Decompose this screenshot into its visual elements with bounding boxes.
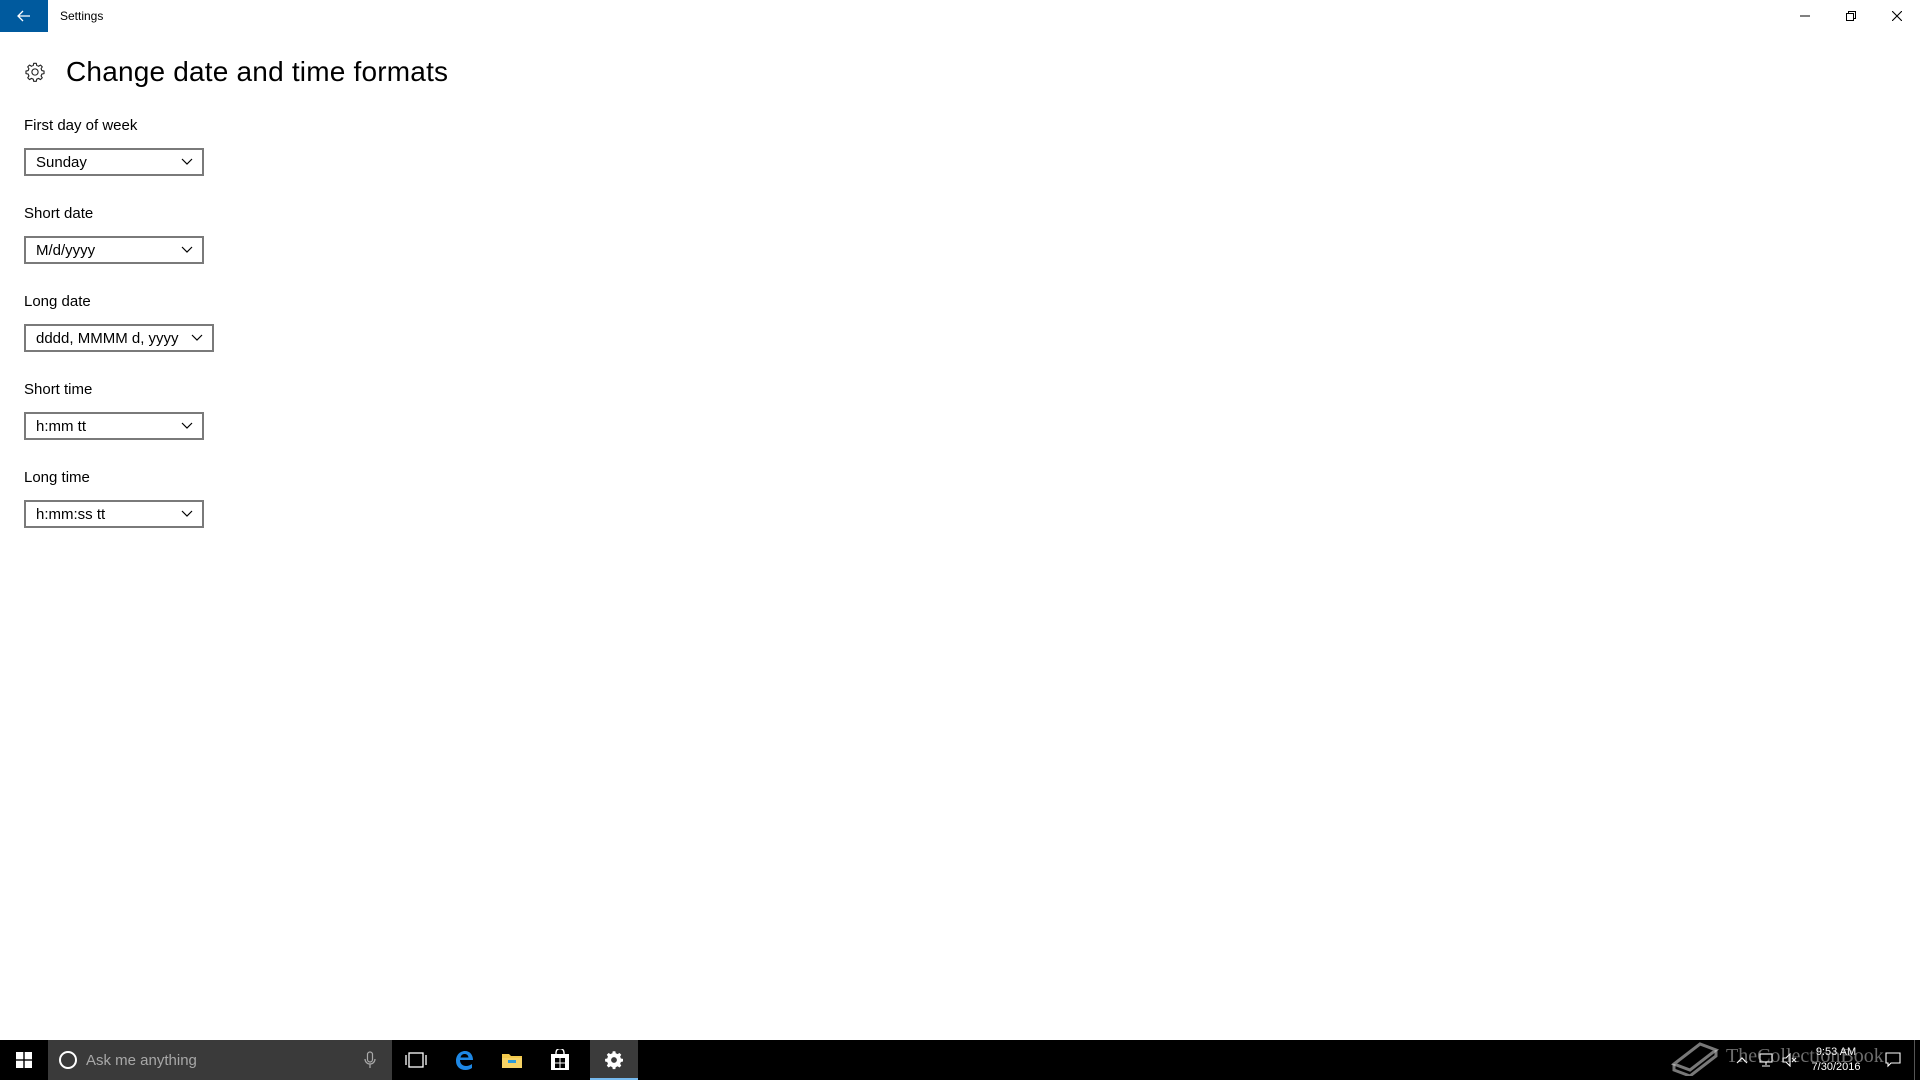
cortana-icon xyxy=(58,1050,78,1070)
first-day-of-week-dropdown[interactable]: Sunday xyxy=(24,148,204,176)
dropdown-value: h:mm tt xyxy=(36,417,87,435)
long-time-dropdown[interactable]: h:mm:ss tt xyxy=(24,500,204,528)
long-date-dropdown[interactable]: dddd, MMMM d, yyyy xyxy=(24,324,214,352)
clock-date: 7/30/2016 xyxy=(1811,1061,1861,1073)
microphone-icon[interactable] xyxy=(360,1050,380,1070)
setting-short-time: Short time h:mm tt xyxy=(24,380,204,440)
action-center-icon xyxy=(1885,1052,1901,1068)
show-desktop-button[interactable] xyxy=(1914,1040,1920,1080)
setting-label: First day of week xyxy=(24,117,138,134)
setting-label: Short time xyxy=(24,381,93,398)
close-button[interactable] xyxy=(1874,0,1920,32)
chevron-down-icon xyxy=(180,419,194,433)
minimize-icon xyxy=(1800,15,1810,17)
back-button[interactable] xyxy=(0,0,48,32)
back-arrow-icon xyxy=(17,10,30,22)
search-placeholder: Ask me anything xyxy=(86,1051,197,1069)
gear-icon xyxy=(24,61,46,83)
system-tray xyxy=(1730,1040,1802,1080)
short-date-dropdown[interactable]: M/d/yyyy xyxy=(24,236,204,264)
start-button[interactable] xyxy=(0,1040,48,1080)
settings-taskbar-button[interactable] xyxy=(590,1040,638,1080)
file-explorer-icon xyxy=(502,1054,522,1068)
edge-button[interactable] xyxy=(440,1040,488,1080)
chevron-down-icon xyxy=(180,507,194,521)
setting-label: Long date xyxy=(24,293,91,310)
chevron-down-icon xyxy=(180,155,194,169)
settings-window: Settings Change date and time formats Fi… xyxy=(0,0,1920,1040)
action-center-button[interactable] xyxy=(1876,1040,1910,1080)
network-icon[interactable] xyxy=(1754,1040,1778,1080)
page-title: Change date and time formats xyxy=(66,56,449,87)
setting-label: Short date xyxy=(24,205,94,222)
dropdown-value: M/d/yyyy xyxy=(36,241,96,259)
dropdown-value: h:mm:ss tt xyxy=(36,505,106,523)
restore-icon xyxy=(1846,11,1856,21)
edge-icon xyxy=(456,1051,473,1070)
dropdown-value: Sunday xyxy=(36,153,87,171)
short-time-dropdown[interactable]: h:mm tt xyxy=(24,412,204,440)
setting-first-day-of-week: First day of week Sunday xyxy=(24,116,204,176)
restore-button[interactable] xyxy=(1828,0,1874,32)
store-icon xyxy=(551,1049,569,1070)
taskbar-clock[interactable]: 9:53 AM 7/30/2016 xyxy=(1796,1040,1876,1080)
setting-short-date: Short date M/d/yyyy xyxy=(24,204,204,264)
setting-long-date: Long date dddd, MMMM d, yyyy xyxy=(24,292,214,352)
store-button[interactable] xyxy=(536,1040,584,1080)
chevron-up-icon[interactable] xyxy=(1730,1040,1754,1080)
file-explorer-button[interactable] xyxy=(488,1040,536,1080)
clock-time: 9:53 AM xyxy=(1815,1046,1857,1058)
dropdown-value: dddd, MMMM d, yyyy xyxy=(36,329,179,347)
chevron-down-icon xyxy=(180,243,194,257)
windows-logo-icon xyxy=(16,1052,32,1068)
chevron-down-icon xyxy=(190,331,204,345)
task-view-button[interactable] xyxy=(392,1040,440,1080)
window-title: Settings xyxy=(60,9,104,23)
minimize-button[interactable] xyxy=(1782,0,1828,32)
close-icon xyxy=(1892,11,1902,21)
taskbar: Ask me anything 9:53 AM 7/30/2016 xyxy=(0,1040,1920,1080)
title-bar: Settings xyxy=(0,0,1920,32)
page-header: Change date and time formats xyxy=(24,56,448,88)
setting-label: Long time xyxy=(24,469,90,486)
settings-icon xyxy=(605,1051,623,1070)
setting-long-time: Long time h:mm:ss tt xyxy=(24,468,204,528)
task-view-icon xyxy=(405,1052,427,1068)
cortana-search-box[interactable]: Ask me anything xyxy=(48,1040,392,1080)
